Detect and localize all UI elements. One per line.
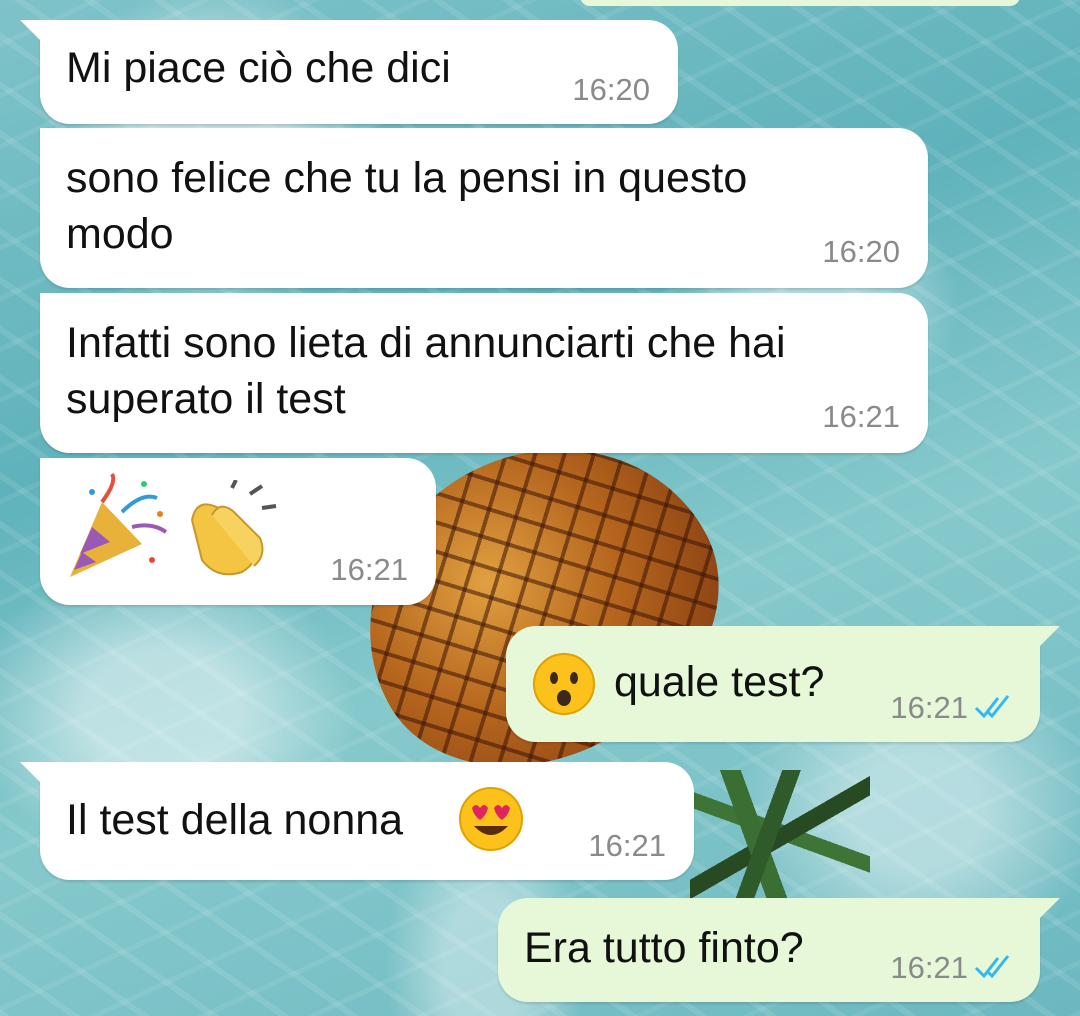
message-text: quale test? (614, 658, 825, 706)
incoming-message[interactable]: Mi piace ciò che dici 16:20 (20, 20, 678, 124)
incoming-message[interactable]: Il test della nonna 16:21 (20, 762, 694, 880)
party-popper-icon (70, 472, 168, 577)
message-time: 16:21 (330, 552, 408, 587)
incoming-emoji-message[interactable]: 16:21 (40, 458, 436, 605)
read-double-tick-icon (974, 695, 1010, 719)
message-text: Era tutto finto? (524, 924, 804, 972)
incoming-message[interactable]: sono felice che tu la pensi in questo mo… (40, 128, 928, 288)
message-time: 16:21 (890, 950, 968, 985)
message-time: 16:21 (822, 399, 900, 434)
heart-eyes-face-icon (459, 787, 523, 851)
message-time: 16:21 (890, 690, 968, 725)
message-time: 16:20 (822, 234, 900, 269)
outgoing-message[interactable]: quale test? 16:21 (506, 626, 1060, 742)
background-pineapple-leaves (690, 770, 870, 910)
message-text: sono felice che tu la pensi in questo mo… (66, 154, 748, 258)
bubble-tail (1038, 626, 1060, 648)
outgoing-message[interactable]: Era tutto finto? 16:21 (498, 898, 1060, 1002)
bubble-tail (1038, 898, 1060, 920)
background-pineapple-image (310, 388, 770, 822)
read-double-tick-icon (974, 955, 1010, 979)
message-text: Infatti sono lieta di annunciarti che ha… (66, 319, 786, 423)
incoming-message[interactable]: Infatti sono lieta di annunciarti che ha… (40, 293, 928, 453)
message-time: 16:20 (572, 72, 650, 107)
hushed-face-icon (533, 653, 595, 715)
bubble-tail (20, 20, 42, 42)
partial-previous-message (580, 0, 1020, 6)
message-time: 16:21 (588, 828, 666, 863)
bubble-tail (20, 762, 42, 784)
message-text: Il test della nonna (66, 796, 404, 844)
clapping-hands-icon (190, 480, 277, 576)
message-text: Mi piace ciò che dici (66, 44, 451, 92)
